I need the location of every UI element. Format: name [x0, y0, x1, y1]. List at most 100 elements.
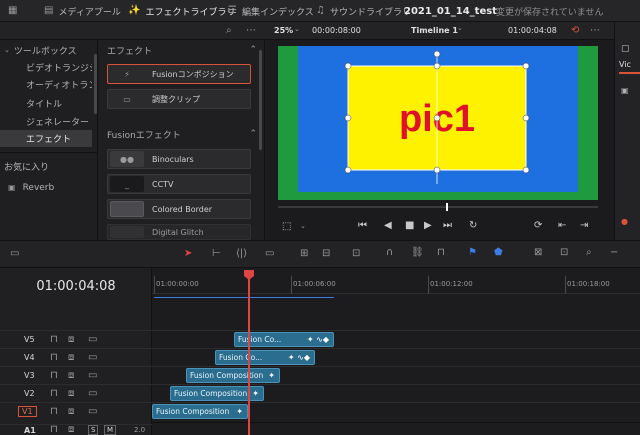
layout-icon[interactable]: ▭: [10, 249, 19, 259]
fusion-effects-section-header[interactable]: Fusionエフェクト ⌃: [107, 127, 257, 141]
lock-icon[interactable]: ⊓: [50, 388, 58, 399]
track-visibility-icon[interactable]: ▭: [88, 370, 97, 381]
track-header-v4[interactable]: V4 ⊓ ⧈ ▭: [0, 348, 152, 366]
media-pool-tab[interactable]: ▤ メディアプール: [44, 0, 121, 22]
auto-select-icon[interactable]: ⧈: [68, 352, 74, 363]
timeline-ruler[interactable]: 01:00:00:00 01:00:06:00 01:00:12:00 01:0…: [152, 268, 640, 294]
effect-item-cctv[interactable]: _ CCTV: [107, 174, 251, 194]
effect-item-fusion-composition[interactable]: ⚡ Fusionコンポジション: [107, 64, 251, 84]
property-toggle[interactable]: ▣: [621, 86, 629, 95]
effects-library-tab[interactable]: ✨ エフェクトライブラリ: [128, 0, 235, 22]
timeline-timecode[interactable]: 01:00:04:08: [0, 268, 152, 304]
clip-v2[interactable]: Fusion Composition ✦: [170, 386, 264, 401]
solo-button[interactable]: S: [88, 425, 99, 435]
timeline-tracks[interactable]: 01:00:00:00 01:00:06:00 01:00:12:00 01:0…: [152, 268, 640, 435]
play-icon[interactable]: ▶: [424, 220, 432, 231]
track-header-v3[interactable]: V3 ⊓ ⧈ ▭: [0, 366, 152, 384]
effect-item-digital-glitch[interactable]: Digital Glitch: [107, 224, 251, 240]
track-header-v1[interactable]: V1 ⊓ ⧈ ▭: [0, 402, 152, 420]
lock-icon[interactable]: ⊓: [50, 352, 58, 363]
track-separator: [152, 422, 640, 423]
search-icon[interactable]: ⌕: [226, 26, 232, 36]
lock-icon[interactable]: ⊓: [437, 248, 445, 258]
favorite-item-reverb[interactable]: ▣ Reverb: [0, 179, 92, 196]
property-toggle[interactable]: ●: [621, 217, 628, 226]
overwrite-clip-icon[interactable]: ⊟: [322, 249, 330, 259]
inspector-tab-video[interactable]: Vic: [619, 60, 631, 69]
play-reverse-icon[interactable]: ◀: [384, 220, 392, 231]
snapping-icon[interactable]: ∩: [386, 248, 393, 258]
auto-select-icon[interactable]: ⧈: [68, 334, 74, 345]
track-visibility-icon[interactable]: ▭: [88, 406, 97, 417]
effect-item-adjustment-clip[interactable]: ▭ 調整クリップ: [107, 89, 251, 109]
more-options-icon[interactable]: ⋯: [246, 26, 256, 36]
inspector-icon[interactable]: ▢: [621, 44, 630, 54]
clip-v4[interactable]: Fusion Co... ✦ ∿◆: [215, 350, 315, 365]
transform-overlay[interactable]: [278, 46, 598, 200]
blade-tool-icon[interactable]: ▭: [265, 249, 274, 259]
timeline-name[interactable]: Timeline 1: [411, 26, 458, 35]
track-visibility-icon[interactable]: ▭: [88, 334, 97, 345]
effects-section-header[interactable]: エフェクト ⌃: [107, 43, 257, 57]
media-pool-button[interactable]: ▦: [8, 0, 17, 22]
tree-item-audio-transitions[interactable]: オーディオトランジ...: [0, 76, 92, 93]
next-edit-icon[interactable]: ⇥: [580, 220, 588, 231]
auto-select-icon[interactable]: ⧈: [68, 425, 74, 435]
effect-item-colored-border[interactable]: Colored Border: [107, 199, 251, 219]
go-to-end-icon[interactable]: ⏭: [443, 220, 452, 231]
lock-icon[interactable]: ⊓: [50, 425, 58, 435]
stop-icon[interactable]: ■: [405, 220, 414, 231]
scrubber-playhead[interactable]: [446, 203, 448, 211]
track-visibility-icon[interactable]: ▭: [88, 388, 97, 399]
effect-item-binoculars[interactable]: ●● Binoculars: [107, 149, 251, 169]
transform-mode-icon[interactable]: ⬚: [282, 221, 291, 232]
selection-tool-icon[interactable]: ➤: [184, 249, 192, 259]
link-icon[interactable]: ⛓: [411, 248, 424, 258]
prev-edit-icon[interactable]: ⇤: [558, 220, 566, 231]
more-options-icon[interactable]: ⋯: [590, 26, 600, 36]
match-frame-icon[interactable]: ⟳: [534, 220, 542, 231]
sound-library-label: サウンドライブラリ: [329, 7, 411, 18]
auto-select-icon[interactable]: ⧈: [68, 406, 74, 417]
clip-v3[interactable]: Fusion Composition ✦: [186, 368, 280, 383]
tree-item-titles[interactable]: タイトル: [0, 95, 92, 112]
auto-select-icon[interactable]: ⧈: [68, 370, 74, 381]
clip-v1[interactable]: Fusion Composition ✦: [152, 404, 248, 419]
favorites-header[interactable]: お気に入り: [0, 158, 92, 175]
mute-button[interactable]: M: [104, 425, 117, 435]
auto-select-icon[interactable]: ⧈: [68, 388, 74, 399]
track-header-a1[interactable]: A1 ⊓ ⧈ S M 2.0: [0, 424, 152, 435]
tree-item-generators[interactable]: ジェネレーター: [0, 113, 92, 130]
zoom-custom-icon[interactable]: ⌕: [586, 248, 592, 258]
trim-tool-icon[interactable]: ⊢: [212, 249, 221, 259]
toolbox-header[interactable]: ⌄ ツールボックス: [4, 42, 96, 59]
zoom-full-icon[interactable]: ⊠: [534, 248, 542, 258]
flag-icon[interactable]: ⚑: [468, 248, 477, 258]
sound-library-tab[interactable]: ♫ サウンドライブラリ: [316, 0, 411, 22]
loop-icon[interactable]: ↻: [469, 220, 477, 231]
dynamic-trim-icon[interactable]: ⟨|⟩: [236, 249, 247, 259]
tree-item-video-transitions[interactable]: ビデオトランジション: [0, 59, 92, 76]
video-canvas[interactable]: pic1: [278, 46, 598, 200]
lock-icon[interactable]: ⊓: [50, 406, 58, 417]
insert-clip-icon[interactable]: ⊞: [300, 249, 308, 259]
lock-icon[interactable]: ⊓: [50, 370, 58, 381]
lock-icon[interactable]: ⊓: [50, 334, 58, 345]
zoom-detail-icon[interactable]: ⊡: [560, 248, 568, 258]
save-status: 変更が保存されていません: [496, 7, 604, 18]
scrollbar[interactable]: [94, 54, 97, 114]
track-header-v2[interactable]: V2 ⊓ ⧈ ▭: [0, 384, 152, 402]
sync-icon[interactable]: ⟲: [571, 26, 579, 36]
tree-item-effects[interactable]: エフェクト: [0, 130, 92, 147]
edit-index-tab[interactable]: ☰ 編集インデックス: [228, 0, 314, 22]
go-to-start-icon[interactable]: ⏮: [358, 220, 367, 231]
zoom-select[interactable]: 25%: [274, 26, 293, 35]
track-header-v5[interactable]: V5 ⊓ ⧈ ▭: [0, 330, 152, 348]
scrollbar[interactable]: [259, 50, 262, 150]
zoom-out-icon[interactable]: −: [610, 248, 618, 258]
scrubber-track[interactable]: [278, 206, 598, 208]
marker-icon[interactable]: ⬟: [494, 248, 503, 258]
replace-clip-icon[interactable]: ⊡: [352, 249, 360, 259]
playhead-line[interactable]: [248, 278, 250, 435]
track-visibility-icon[interactable]: ▭: [88, 352, 97, 363]
